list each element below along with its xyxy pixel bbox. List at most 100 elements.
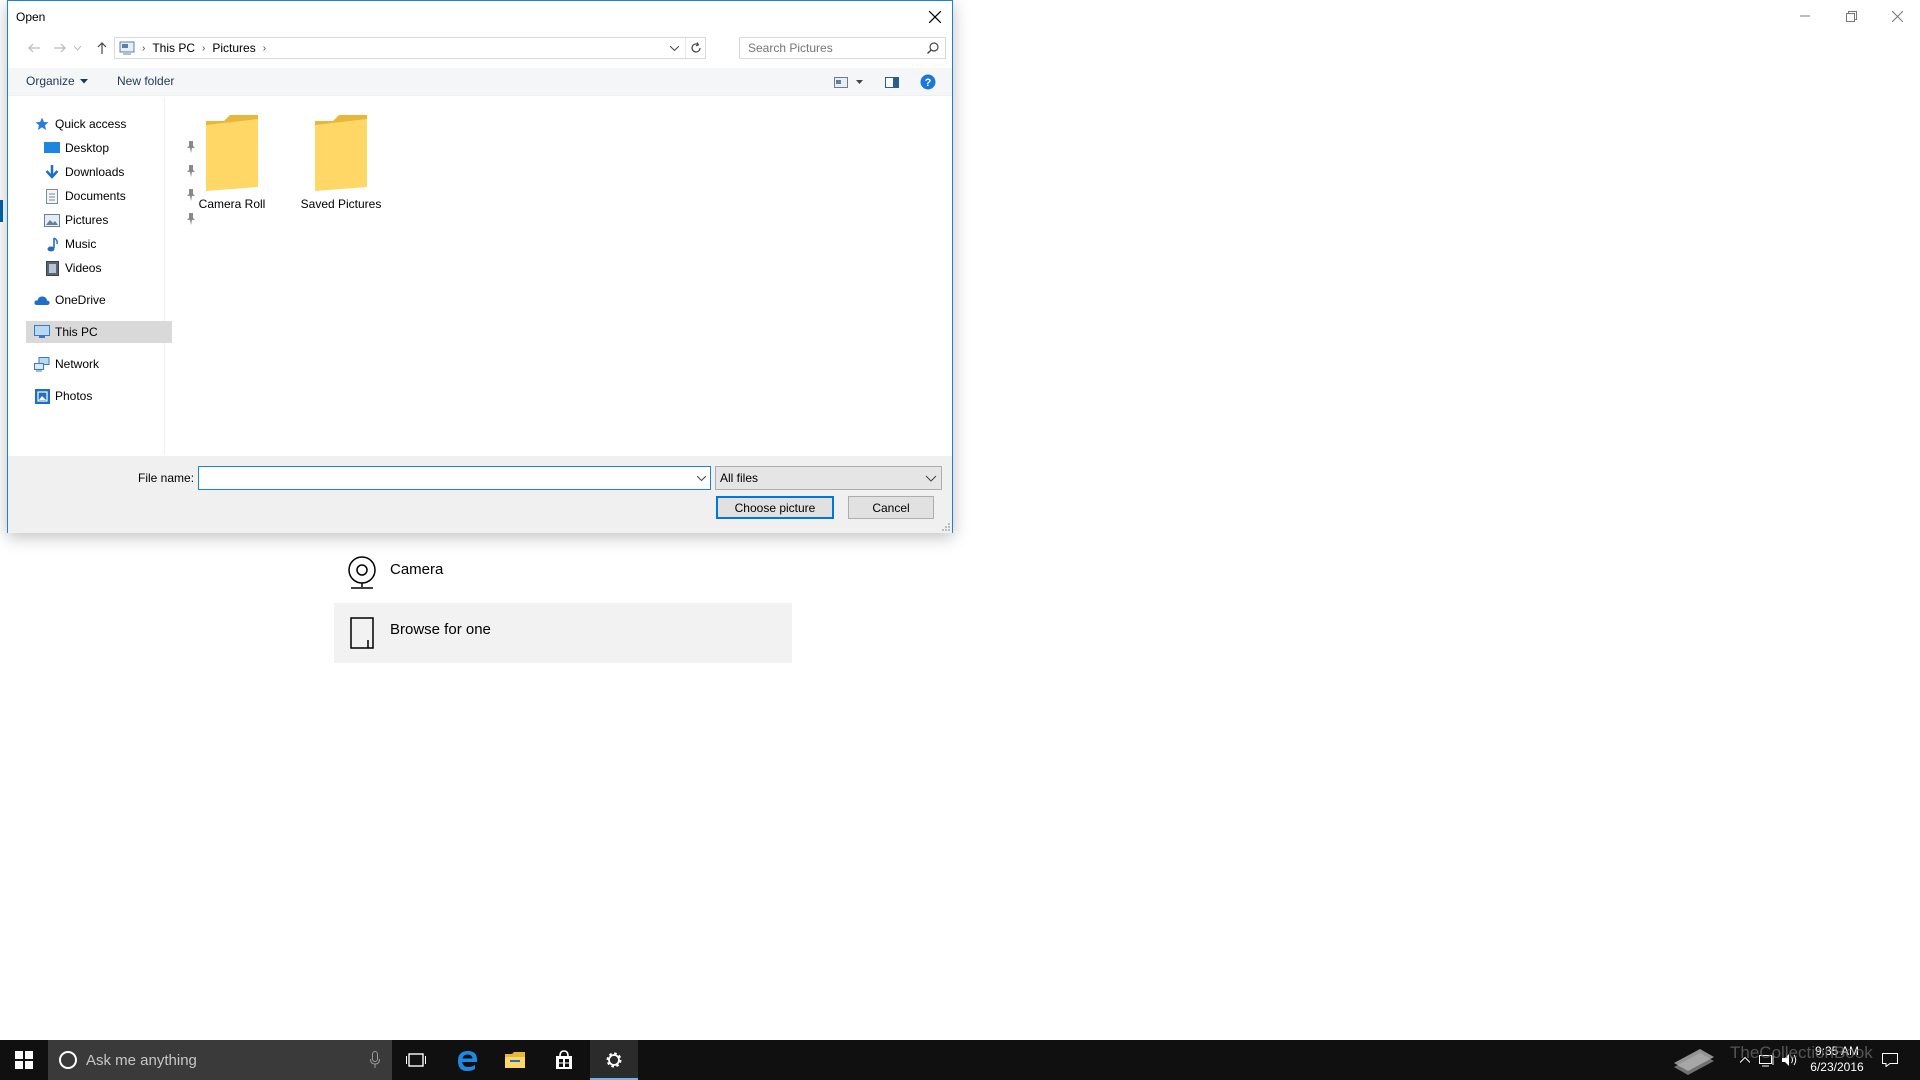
start-button[interactable] [0,1040,48,1080]
organize-label: Organize [26,74,75,88]
folder-item-saved-pictures[interactable]: Saved Pictures [296,111,386,211]
help-icon: ? [920,74,936,90]
onedrive-icon [34,292,50,308]
downloads-icon [44,164,60,180]
up-button[interactable] [92,38,112,58]
address-bar[interactable]: › This PC › Pictures › [114,37,706,59]
restore-button[interactable] [1828,0,1874,32]
new-folder-button[interactable]: New folder [117,74,174,88]
file-name-input[interactable] [199,467,689,489]
preview-pane-icon [885,76,899,88]
preview-pane-button[interactable] [882,72,902,92]
taskbar-settings[interactable] [590,1040,638,1080]
refresh-button[interactable] [685,38,705,58]
file-explorer-icon [505,1052,525,1068]
breadcrumb-pictures[interactable]: Pictures [212,41,255,55]
edge-icon [458,1051,477,1071]
forward-button[interactable] [50,38,70,58]
task-view-icon [406,1053,426,1067]
taskbar-edge[interactable] [443,1040,491,1080]
file-name-dropdown[interactable] [692,467,710,489]
dialog-titlebar: Open [8,1,952,32]
choose-picture-button[interactable]: Choose picture [716,496,834,519]
back-button[interactable] [24,38,44,58]
folder-label: Saved Pictures [300,197,382,211]
taskbar-store[interactable] [540,1040,588,1080]
nav-item-documents[interactable]: Documents [44,185,195,207]
nav-onedrive-label: OneDrive [55,293,106,307]
nav-item-label: Documents [65,189,126,203]
help-button[interactable]: ? [918,72,938,92]
nav-item-videos[interactable]: Videos [44,257,101,279]
change-view-button[interactable] [830,72,866,92]
nav-network-label: Network [55,357,100,371]
search-input[interactable] [740,41,920,55]
nav-item-label: Pictures [65,213,109,227]
nav-onedrive[interactable]: OneDrive [34,289,106,311]
file-list: Camera Roll Saved Pictures [166,97,952,455]
up-arrow-icon [97,42,107,54]
nav-quick-access[interactable]: Quick access [34,113,126,135]
recent-locations-button[interactable] [71,38,83,58]
file-type-select[interactable]: All files [715,466,942,490]
nav-item-pictures[interactable]: Pictures [44,209,195,231]
this-pc-small-icon [119,41,135,55]
nav-network[interactable]: Network [34,353,99,375]
music-icon [44,236,60,252]
close-icon [929,10,941,23]
dialog-close-button[interactable] [918,1,952,32]
dialog-title: Open [16,10,46,24]
caret-down-icon [855,80,863,84]
nav-photos-label: Photos [55,389,93,403]
breadcrumb-separator: › [262,42,267,54]
nav-this-pc[interactable]: This PC [26,321,172,343]
open-dialog: Open › This PC › Pictures › Search Pictu… [7,0,953,533]
cortana-icon [58,1050,78,1070]
nav-item-label: Music [65,237,97,251]
cancel-button[interactable]: Cancel [848,496,934,519]
file-type-value: All files [720,471,759,485]
chevron-down-icon [73,45,81,51]
breadcrumb-this-pc[interactable]: This PC [152,41,195,55]
taskbar-file-explorer[interactable] [491,1040,539,1080]
microphone-icon[interactable] [370,1051,380,1069]
search-box[interactable] [739,37,946,59]
pictures-icon [44,212,60,228]
task-view-button[interactable] [392,1040,440,1080]
svg-text:?: ? [925,77,932,89]
this-pc-icon [34,324,50,340]
browse-option[interactable]: Browse for one [334,603,792,663]
minimize-icon [1800,15,1810,17]
nav-item-downloads[interactable]: Downloads [44,161,195,183]
view-icon [833,76,848,88]
folder-icon [296,111,386,191]
camera-icon [334,543,390,603]
address-dropdown[interactable] [665,38,683,58]
cortana-search[interactable]: Ask me anything [48,1040,392,1080]
videos-icon [44,260,60,276]
folder-item-camera-roll[interactable]: Camera Roll [187,111,277,211]
chevron-down-icon [924,470,938,486]
nav-item-music[interactable]: Music [44,233,96,255]
nav-photos[interactable]: Photos [34,385,92,407]
close-window-button[interactable] [1874,0,1920,32]
chevron-down-icon [696,475,706,481]
file-name-field[interactable] [198,466,711,490]
action-center-button[interactable] [1874,1040,1906,1080]
camera-option[interactable]: Camera [334,543,792,603]
watermark-book-icon [1668,1040,1720,1080]
watermark-text: TheCollectionBook [1730,1043,1873,1062]
store-icon [556,1050,572,1069]
navigation-pane: Quick access Desktop Downloads Documents [8,97,195,455]
dialog-footer: File name: All files Choose picture Canc… [8,456,952,533]
camera-label: Camera [390,561,444,578]
window-controls [1782,0,1920,32]
desktop-icon [44,140,60,156]
minimize-button[interactable] [1782,0,1828,32]
nav-item-label: Downloads [65,165,125,179]
taskbar: Ask me anything 9:35 AM 6/23/2016 [0,1040,1920,1080]
organize-menu[interactable]: Organize [26,74,88,88]
nav-quick-access-label: Quick access [55,117,127,131]
resize-grip-icon[interactable] [941,522,951,532]
nav-item-desktop[interactable]: Desktop [44,137,195,159]
